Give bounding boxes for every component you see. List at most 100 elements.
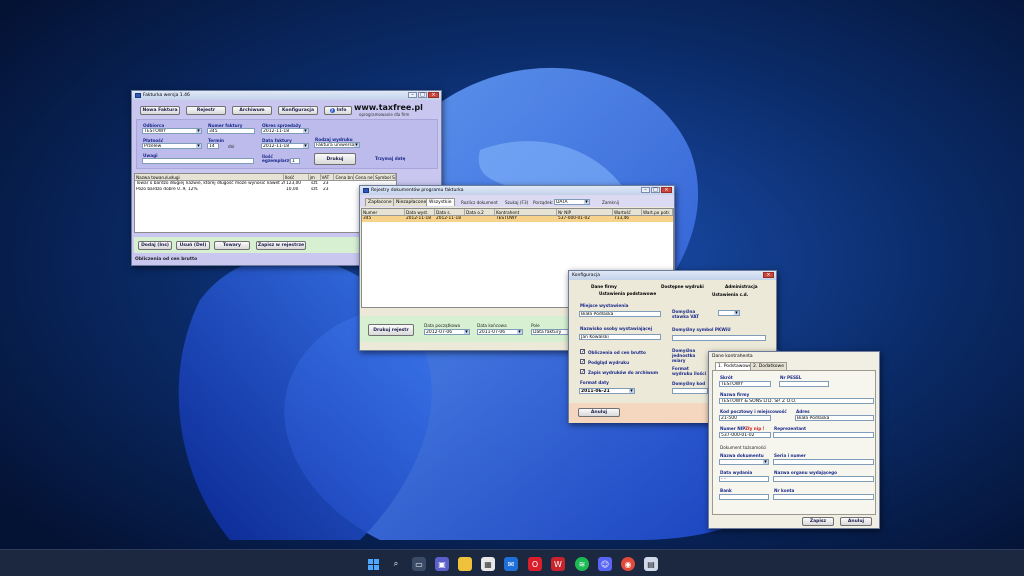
checkbox-podglad[interactable]: ✓ [580,359,585,365]
dodaj-button[interactable]: Dodaj (Ins) [138,241,172,250]
porzadek-select[interactable]: DATA [554,199,590,205]
platnosc-select[interactable]: Przelew [142,143,202,149]
nazwa-dok-select[interactable] [719,459,769,465]
tab-ustawienia-podst[interactable]: Ustawienia podstawowe [599,291,656,296]
file-explorer-icon[interactable] [458,557,472,571]
zamknij-button[interactable]: Zamknij [602,200,619,205]
nazwa-input[interactable]: TESTOWY & SONS LTD. SP. Z O.O. [719,398,874,404]
adres-input[interactable]: Biała Podlaska [795,415,874,421]
reprezentant-input[interactable] [773,432,874,438]
drukuj-rejestr-button[interactable]: Drukuj rejestr [368,324,414,336]
numer-input[interactable]: 345 [207,128,255,134]
kod-pocztowy-input[interactable]: 21-500 [719,415,771,421]
data-faktury-date[interactable]: 2012-11-18 [261,143,309,149]
tab-podstawowe[interactable]: 1. Podstawowe [715,362,755,370]
osoba-input[interactable]: Jan Kowalski [579,334,661,340]
rodzaj-select[interactable]: Faktura uniwersalna [314,142,360,148]
table-row[interactable]: Pozo bardzo dobre 0..9, 12% 10,00 szt. 23 [135,187,396,193]
data-poczatkowa-input[interactable]: 2012-07-06 [424,329,470,335]
wps-icon[interactable]: W [551,557,565,571]
col-nip[interactable]: Nr NIP [557,209,613,215]
skrot-input[interactable]: TESTOWY [719,381,771,387]
towary-button[interactable]: Towary [214,241,250,250]
col-wart-po[interactable]: Wart.po potr. [642,209,673,215]
store-icon[interactable]: ▦ [481,557,495,571]
bank-input[interactable] [719,494,769,500]
teams-icon[interactable]: ▣ [435,557,449,571]
format-daty-select[interactable]: 2011-06-21 [579,388,635,394]
data-koncowa-input[interactable]: 2011-07-06 [477,329,523,335]
zapisz-rejestr-button[interactable]: Zapisz w rejestrze [256,241,306,250]
tab-dodatkowe[interactable]: 2. Dodatkowe [750,362,787,370]
col-kontrahent[interactable]: Kontrahent [495,209,557,215]
col-brutto[interactable]: Cena brutto [334,174,355,180]
miejsce-input[interactable]: Biała Podlaska [579,311,661,317]
pkwiu-input[interactable] [672,335,766,341]
tab-administracja[interactable]: Administracja [725,284,758,289]
mail-icon[interactable]: ✉ [504,557,518,571]
col-jm[interactable]: jm [309,174,321,180]
zapisz-button[interactable]: Zapisz [802,517,834,526]
tab-dane-firmy[interactable]: Dane firmy [591,284,617,289]
ilosc-input[interactable]: 1 [290,158,300,164]
start-icon[interactable] [366,557,380,571]
uwagi-input[interactable] [142,158,254,164]
usun-button[interactable]: Usuń (Del) [176,241,210,250]
minimize-button[interactable]: – [408,92,417,98]
col-data-s[interactable]: Data s. [435,209,465,215]
nip-input[interactable]: 537-000-01-02 [719,432,771,438]
search-icon[interactable]: ⌕ [389,557,403,571]
konto-input[interactable] [773,494,874,500]
col-ilosc[interactable]: Ilość [284,174,309,180]
anuluj-kontrahent-button[interactable]: Anuluj [840,517,872,526]
termin-input[interactable]: 14 [207,143,219,149]
anuluj-button[interactable]: Anuluj [578,408,620,417]
spotify-icon[interactable]: ≋ [575,557,589,571]
konfiguracja-button[interactable]: Konfiguracja [278,106,318,115]
vat-select[interactable] [718,310,740,316]
maximize-button[interactable]: □ [418,92,427,98]
checkbox-archiwum[interactable]: ✓ [580,369,585,375]
col-data-wyst[interactable]: Data wyst. [405,209,435,215]
nowa-faktura-button[interactable]: Nowa Faktura [140,106,180,115]
archiwum-button[interactable]: Archiwum [232,106,272,115]
chrome-icon[interactable]: ◉ [621,557,635,571]
close-button[interactable]: × [763,272,774,278]
organ-input[interactable] [773,476,874,482]
okres-date[interactable]: 2012-11-18 [261,128,309,134]
minimize-button[interactable]: – [641,187,650,193]
pesel-input[interactable] [779,381,829,387]
task-view-icon[interactable]: ▭ [412,557,426,571]
close-button[interactable]: × [428,92,439,98]
info-button[interactable]: ? Info [324,106,352,115]
table-row[interactable]: 345 2012-11-18 2012-11-18 TESTOWY 537-000-01… [362,216,673,222]
rozlicz-button[interactable]: Rozlicz dokument [461,200,498,205]
rejestr-button[interactable]: Rejestr [186,106,226,115]
tab-niezaplacone[interactable]: Niezapłacone [393,198,430,206]
col-data-o2[interactable]: Data o.2 [465,209,495,215]
odbiorca-select[interactable]: TESTOWY [142,128,202,134]
col-netto[interactable]: Cena netto [354,174,375,180]
tab-ustawienia-cd[interactable]: Ustawienia c.d. [712,292,748,297]
seria-input[interactable] [773,459,874,465]
col-nazwa[interactable]: Nazwa towaru/usługi [135,174,284,180]
maximize-button[interactable]: □ [651,187,660,193]
drukuj-button[interactable]: Drukuj [314,153,356,165]
tab-wszystkie[interactable]: Wszystkie [426,198,455,206]
col-numer[interactable]: Numer [362,209,405,215]
szukaj-button[interactable]: Szukaj (F3) [505,200,528,205]
tab-zaplacone[interactable]: Zapłacone [365,198,395,206]
opera-icon[interactable]: O [528,557,542,571]
col-vat[interactable]: VAT [321,174,335,180]
data-wydania-input[interactable]: - - [719,476,769,482]
col-wartosc[interactable]: Wartość [613,209,642,215]
items-grid[interactable]: Nazwa towaru/usługiIlośćjmVATCena brutto… [134,173,397,233]
discord-icon[interactable]: ☺ [598,557,612,571]
col-sww[interactable]: Symbol SWW [374,174,396,180]
close-button[interactable]: × [661,187,672,193]
pole-select[interactable]: Data faktury [531,329,573,335]
checkbox-brutto[interactable]: ✓ [580,349,585,355]
kod-input[interactable] [672,388,708,394]
fakturka-taskbar-icon[interactable]: ▤ [644,557,658,571]
tab-wydruki[interactable]: Dostępne wydruki [661,284,704,289]
